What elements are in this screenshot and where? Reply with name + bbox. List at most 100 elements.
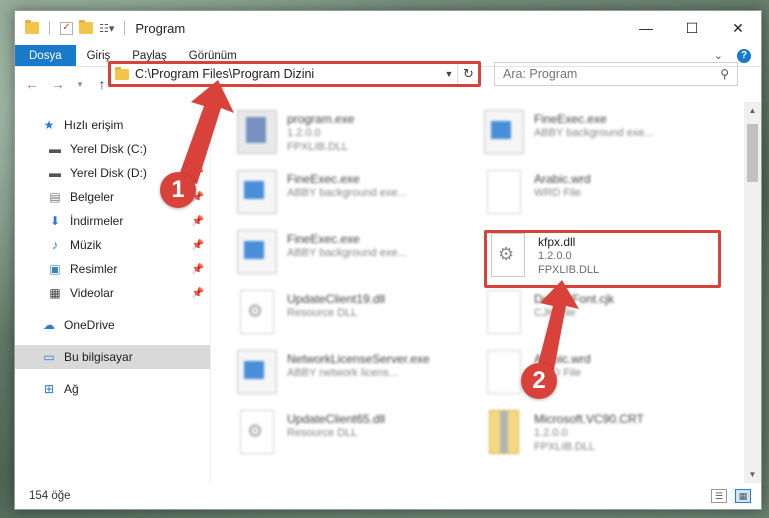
- sidebar-item-label: Videolar: [70, 286, 114, 300]
- sidebar-item-label: Resimler: [70, 262, 118, 276]
- close-button[interactable]: ✕: [715, 11, 761, 45]
- sidebar-item-label: Ağ: [64, 382, 79, 396]
- sidebar-item-network[interactable]: ⊞ Ağ: [15, 377, 210, 401]
- document-icon: [487, 170, 521, 214]
- search-icon[interactable]: ⚲: [720, 67, 729, 81]
- drive-icon: ▬: [49, 166, 61, 180]
- sidebar-item-label: OneDrive: [64, 318, 115, 332]
- title-bar: ✓ ☷▾ Program — ☐ ✕: [15, 11, 761, 45]
- vertical-scrollbar[interactable]: ▲ ▼: [744, 102, 761, 483]
- network-icon: ⊞: [43, 382, 55, 396]
- file-name: Arabic.wrd: [534, 172, 591, 186]
- file-description: WRD File: [534, 187, 582, 199]
- file-text: NetworkLicenseServer.exe ABBY network li…: [287, 350, 430, 380]
- tiles-view-icon[interactable]: ▦: [735, 489, 751, 503]
- scroll-thumb[interactable]: [747, 124, 758, 182]
- file-text: FineExec.exe ABBY background exe...: [287, 230, 407, 260]
- pictures-icon: ▣: [49, 262, 61, 276]
- scroll-down-icon[interactable]: ▼: [744, 466, 761, 483]
- exe-icon: [237, 350, 277, 394]
- file-item[interactable]: UpdateClient65.dll Resource DLL: [237, 410, 467, 466]
- file-text: FineExec.exe ABBY background exe...: [534, 110, 654, 140]
- address-bar[interactable]: C:\Program Files\Program Dizini ▼ ↻: [108, 61, 480, 87]
- downloads-icon: ⬇: [49, 214, 61, 228]
- sidebar-item-pictures[interactable]: ▣ Resimler 📌: [15, 257, 210, 281]
- customize-toolbar-icon[interactable]: ☷▾: [99, 22, 114, 35]
- help-icon[interactable]: ?: [737, 48, 751, 63]
- documents-icon: ▤: [49, 190, 61, 204]
- file-name: DefaultFont.cjk: [534, 292, 615, 306]
- sidebar-item-this-pc[interactable]: ▭ Bu bilgisayar: [15, 345, 210, 369]
- file-description: FPXLIB.DLL: [287, 141, 349, 153]
- sidebar-item-videos[interactable]: ▦ Videolar 📌: [15, 281, 210, 305]
- file-item[interactable]: Arabic.wrd WRD File: [484, 350, 714, 406]
- file-text: program.exe 1.2.0.0 FPXLIB.DLL: [287, 110, 354, 154]
- recent-locations-chevron-icon[interactable]: ▾: [73, 73, 87, 95]
- cloud-icon: ☁: [43, 318, 55, 332]
- exe-icon: [484, 110, 524, 154]
- maximize-button[interactable]: ☐: [669, 11, 715, 45]
- file-item[interactable]: DefaultFont.cjk CJK File: [484, 290, 714, 346]
- step-1-badge: 1: [160, 172, 196, 208]
- sidebar-item-label: Belgeler: [70, 190, 115, 204]
- toolbar-divider: [124, 21, 126, 35]
- chevron-down-icon[interactable]: ▼: [441, 69, 457, 79]
- file-item[interactable]: Microsoft.VC90.CRT 1.2.0.0 FPXLIB.DLL: [484, 410, 714, 466]
- file-item[interactable]: FineExec.exe ABBY background exe...: [237, 170, 467, 226]
- star-icon: ★: [43, 118, 55, 132]
- sidebar-item-label: Hızlı erişim: [64, 118, 124, 132]
- step-2-badge: 2: [521, 363, 557, 399]
- new-folder-icon[interactable]: [79, 20, 93, 34]
- file-description: Resource DLL: [287, 307, 358, 319]
- address-path[interactable]: C:\Program Files\Program Dizini: [135, 67, 441, 81]
- file-text: Microsoft.VC90.CRT 1.2.0.0 FPXLIB.DLL: [534, 410, 644, 454]
- file-list: program.exe 1.2.0.0 FPXLIB.DLL FineExec.…: [211, 102, 744, 483]
- tab-file[interactable]: Dosya: [15, 45, 76, 66]
- sidebar-item-downloads[interactable]: ⬇ İndirmeler 📌: [15, 209, 210, 233]
- properties-icon[interactable]: ✓: [60, 21, 73, 35]
- view-toggle: ☰ ▦: [711, 489, 761, 503]
- file-item-kfpx-dll[interactable]: kfpx.dll 1.2.0.0 FPXLIB.DLL: [488, 233, 718, 289]
- music-icon: ♪: [52, 238, 58, 252]
- folder-icon[interactable]: [25, 20, 39, 34]
- forward-arrow-icon[interactable]: →: [47, 73, 69, 95]
- file-text: Arabic.wrd WRD File: [534, 170, 591, 200]
- file-text: DefaultFont.cjk CJK File: [534, 290, 614, 320]
- sidebar-item-onedrive[interactable]: ☁ OneDrive: [15, 313, 210, 337]
- status-bar: 154 öğe ☰ ▦: [15, 483, 761, 509]
- file-item[interactable]: FineExec.exe ABBY background exe...: [237, 230, 467, 286]
- search-box[interactable]: ⚲: [494, 62, 738, 86]
- folder-icon: [115, 66, 129, 80]
- file-item[interactable]: Arabic.wrd WRD File: [484, 170, 714, 226]
- file-item[interactable]: FineExec.exe ABBY background exe...: [484, 110, 714, 166]
- pin-icon: 📌: [191, 215, 204, 227]
- sidebar-item-quick-access[interactable]: ★ Hızlı erişim: [15, 113, 210, 137]
- file-description: ABBY network licens...: [287, 367, 399, 379]
- quick-access-toolbar: ✓ ☷▾: [15, 20, 129, 35]
- refresh-icon[interactable]: ↻: [457, 62, 479, 86]
- details-view-icon[interactable]: ☰: [711, 489, 727, 503]
- file-version: 1.2.0.0: [538, 250, 572, 262]
- file-item[interactable]: program.exe 1.2.0.0 FPXLIB.DLL: [237, 110, 467, 166]
- back-arrow-icon[interactable]: ←: [21, 73, 43, 95]
- sidebar-item-label: Müzik: [70, 238, 102, 252]
- file-name: NetworkLicenseServer.exe: [287, 352, 430, 366]
- search-input[interactable]: [503, 67, 721, 81]
- expand-ribbon-icon[interactable]: ⌄: [714, 49, 723, 62]
- videos-icon: ▦: [49, 286, 61, 300]
- file-item[interactable]: UpdateClient19.dll Resource DLL: [237, 290, 467, 346]
- gear-file-icon: [240, 290, 274, 334]
- sidebar-item-music[interactable]: ♪ Müzik 📌: [15, 233, 210, 257]
- sidebar-item-label: Yerel Disk (C:): [70, 142, 147, 156]
- window-title: Program: [135, 20, 186, 36]
- scroll-up-icon[interactable]: ▲: [744, 102, 761, 119]
- window-controls: — ☐ ✕: [623, 11, 761, 45]
- exe-icon: [237, 230, 277, 274]
- document-icon: [487, 290, 521, 334]
- file-name: FineExec.exe: [534, 112, 607, 126]
- sidebar-item-local-disk-c[interactable]: ▬ Yerel Disk (C:) 📌: [15, 137, 210, 161]
- file-item[interactable]: NetworkLicenseServer.exe ABBY network li…: [237, 350, 467, 406]
- file-name: FineExec.exe: [287, 172, 360, 186]
- minimize-button[interactable]: —: [623, 11, 669, 45]
